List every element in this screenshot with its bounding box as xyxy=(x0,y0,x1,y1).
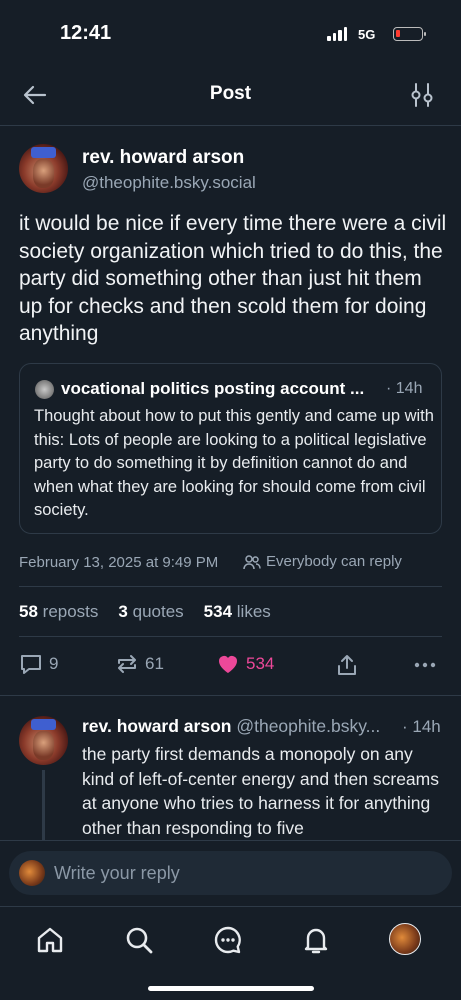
more-options-icon[interactable] xyxy=(413,661,437,669)
post-date: February 13, 2025 at 9:49 PM xyxy=(19,554,219,571)
reply-text: the party first demands a monopoly on an… xyxy=(82,744,439,838)
repost-count: 61 xyxy=(145,654,164,673)
meta-divider xyxy=(19,586,442,587)
reply-count: 9 xyxy=(49,654,59,673)
reply-button[interactable]: 9 xyxy=(19,652,58,676)
like-button[interactable]: 534 xyxy=(216,652,274,676)
header-divider xyxy=(0,125,461,126)
quote-author-name: vocational politics posting account ... xyxy=(61,379,365,398)
people-icon xyxy=(243,554,261,569)
thread-line xyxy=(42,770,45,842)
author-name[interactable]: rev. howard arson xyxy=(82,147,244,169)
reply-author-handle: @theophite.bsky... xyxy=(236,716,381,736)
chat-icon[interactable] xyxy=(213,925,243,955)
home-icon[interactable] xyxy=(35,925,65,955)
repost-icon xyxy=(118,655,136,673)
reply-setting-label: Everybody can reply xyxy=(266,553,402,570)
reply-author-name: rev. howard arson xyxy=(82,716,232,736)
sliders-icon[interactable] xyxy=(410,82,434,108)
quoted-post[interactable]: vocational politics posting account ... … xyxy=(19,363,442,534)
status-time: 12:41 xyxy=(60,22,112,44)
heart-filled-icon xyxy=(219,656,237,673)
quotes-stat[interactable]: 3 quotes xyxy=(118,602,183,622)
search-icon[interactable] xyxy=(124,925,154,955)
likes-stat[interactable]: 534 likes xyxy=(204,602,271,622)
home-indicator xyxy=(148,986,314,991)
post-text: it would be nice if every time there wer… xyxy=(19,212,447,345)
actions-divider xyxy=(0,695,461,696)
reply-author-avatar[interactable] xyxy=(19,716,68,765)
reply-composer[interactable]: Write your reply xyxy=(9,851,452,895)
network-label: 5G xyxy=(358,27,376,42)
reply-setting: Everybody can reply xyxy=(243,553,402,570)
my-avatar xyxy=(19,860,45,886)
post-stats: 58 reposts 3 quotes 534 likes xyxy=(19,602,271,622)
composer-placeholder: Write your reply xyxy=(54,863,180,883)
battery-icon xyxy=(393,27,426,41)
profile-avatar[interactable] xyxy=(389,923,421,955)
reply-author[interactable]: rev. howard arson @theophite.bsky... xyxy=(82,716,442,737)
repost-button[interactable]: 61 xyxy=(115,652,164,676)
bell-icon[interactable] xyxy=(301,925,331,955)
quote-author-avatar xyxy=(35,380,54,399)
like-count: 534 xyxy=(246,654,275,673)
share-icon[interactable] xyxy=(335,653,359,677)
status-bar: 12:41 5G xyxy=(0,0,461,70)
author-handle[interactable]: @theophite.bsky.social xyxy=(82,173,256,193)
reply-time: · 14h xyxy=(400,717,441,737)
page-title: Post xyxy=(209,83,252,104)
signal-icon xyxy=(327,27,347,41)
author-avatar[interactable] xyxy=(19,144,68,193)
stats-divider xyxy=(19,636,442,637)
reposts-stat[interactable]: 58 reposts xyxy=(19,602,98,622)
quote-time: · 14h xyxy=(386,380,423,397)
quote-text: Thought about how to put this gently and… xyxy=(34,407,434,519)
comment-icon xyxy=(21,655,41,674)
